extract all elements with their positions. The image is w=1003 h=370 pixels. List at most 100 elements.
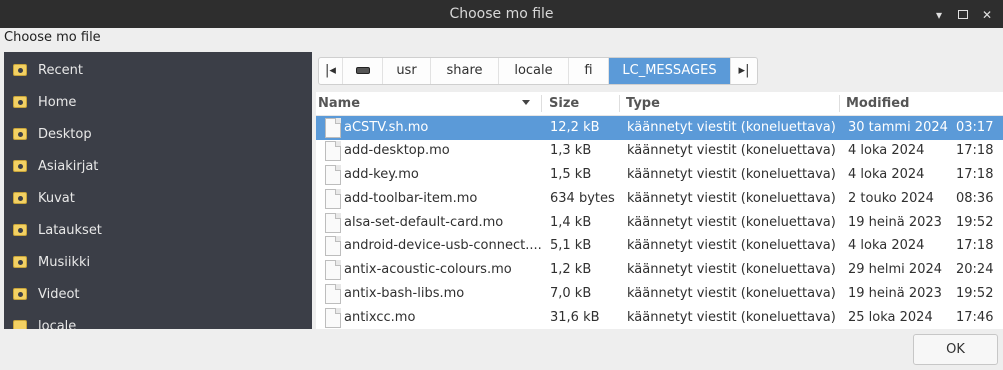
path-bar: |◂ usr share locale fi LC_MESSAGES ▸| [318,57,758,85]
file-size: 634 bytes [550,191,615,206]
sidebar-item-label: Home [38,95,77,110]
file-type: käännetyt viestit (koneluettava) [627,191,836,206]
file-name: antixcc.mo [344,310,416,325]
path-segment-fi[interactable]: fi [569,58,609,84]
table-row[interactable]: aCSTV.sh.mo 12,2 kB käännetyt viestit (k… [316,116,1003,140]
close-icon[interactable]: ✕ [980,8,994,22]
file-time: 20:24 [956,262,994,277]
dialog-button-bar: OK [0,330,1003,370]
file-size: 7,0 kB [550,286,592,301]
path-root-button[interactable] [343,58,383,84]
file-icon [325,308,341,328]
file-list-header: Name Size Type Modified [316,92,1003,116]
file-type: käännetyt viestit (koneluettava) [627,286,836,301]
file-icon [325,118,341,138]
file-time: 17:18 [956,167,994,182]
column-header-modified[interactable]: Modified [846,96,909,111]
file-time: 19:52 [956,286,994,301]
file-date: 19 heinä 2023 [848,286,942,301]
sidebar-item-label: Desktop [38,127,92,142]
recent-folder-icon [13,64,27,76]
file-type: käännetyt viestit (koneluettava) [627,120,836,135]
sidebar-item-label: Asiakirjat [38,159,99,174]
file-time: 17:18 [956,238,994,253]
file-date: 29 helmi 2024 [848,262,943,277]
file-date: 30 tammi 2024 [848,120,948,135]
file-size: 1,4 kB [550,215,592,230]
column-header-size[interactable]: Size [549,96,579,111]
title-bar: Choose mo file ▾ ✕ [0,0,1003,28]
file-time: 03:17 [956,120,994,135]
downloads-folder-icon [13,224,27,236]
documents-folder-icon [13,160,27,172]
pictures-folder-icon [13,192,27,204]
ok-button[interactable]: OK [913,334,998,365]
file-size: 31,6 kB [550,310,600,325]
file-type: käännetyt viestit (koneluettava) [627,167,836,182]
file-name: alsa-set-default-card.mo [344,215,504,230]
path-segment-share[interactable]: share [431,58,499,84]
path-back-button[interactable]: |◂ [319,58,343,84]
column-header-type[interactable]: Type [626,96,660,111]
table-row[interactable]: alsa-set-default-card.mo 1,4 kB käännety… [316,211,1003,235]
table-row[interactable]: add-key.mo 1,5 kB käännetyt viestit (kon… [316,163,1003,187]
file-icon [325,141,341,161]
window-title: Choose mo file [449,6,554,22]
sidebar-item-label: Kuvat [38,191,75,206]
minimize-icon[interactable]: ▾ [932,8,946,22]
file-name: antix-bash-libs.mo [344,286,465,301]
sidebar-item-videos[interactable]: Videot [4,278,312,310]
sidebar-item-recent[interactable]: Recent [4,54,312,86]
folder-icon [13,320,27,329]
file-size: 12,2 kB [550,120,600,135]
videos-folder-icon [13,288,27,300]
sidebar-item-label: Recent [38,63,83,78]
table-row[interactable]: android-device-usb-connect.... 5,1 kB kä… [316,234,1003,258]
sort-descending-icon [522,100,530,105]
music-folder-icon [13,256,27,268]
table-row[interactable]: antix-acoustic-colours.mo 1,2 kB käännet… [316,258,1003,282]
file-icon [325,236,341,256]
file-name: antix-acoustic-colours.mo [344,262,512,277]
file-name: add-desktop.mo [344,143,450,158]
path-forward-button[interactable]: ▸| [731,58,757,84]
file-type: käännetyt viestit (koneluettava) [627,238,836,253]
file-name: add-toolbar-item.mo [344,191,478,206]
file-icon [325,260,341,280]
maximize-icon[interactable] [956,8,970,22]
file-list: Name Size Type Modified aCSTV.sh.mo 12,2… [316,92,1003,329]
column-header-name[interactable]: Name [318,96,360,111]
sidebar-item-home[interactable]: Home [4,86,312,118]
sidebar-item-locale[interactable]: locale [4,310,312,329]
table-row[interactable]: antix-bash-libs.mo 7,0 kB käännetyt vies… [316,282,1003,306]
table-row[interactable]: antixcc.mo 31,6 kB käännetyt viestit (ko… [316,306,1003,329]
sidebar-item-music[interactable]: Musiikki [4,246,312,278]
file-name: android-device-usb-connect.... [344,238,542,253]
file-date: 19 heinä 2023 [848,215,942,230]
file-type: käännetyt viestit (koneluettava) [627,143,836,158]
file-type: käännetyt viestit (koneluettava) [627,310,836,325]
file-size: 1,5 kB [550,167,592,182]
sidebar-item-pictures[interactable]: Kuvat [4,182,312,214]
file-icon [325,213,341,233]
file-date: 4 loka 2024 [848,167,925,182]
table-row[interactable]: add-toolbar-item.mo 634 bytes käännetyt … [316,187,1003,211]
file-name: add-key.mo [344,167,419,182]
sidebar-item-documents[interactable]: Asiakirjat [4,150,312,182]
path-segment-lc-messages[interactable]: LC_MESSAGES [609,58,731,84]
file-size: 1,3 kB [550,143,592,158]
sidebar-item-label: locale [38,319,77,329]
file-time: 17:18 [956,143,994,158]
sidebar-item-downloads[interactable]: Lataukset [4,214,312,246]
drive-icon [355,67,370,74]
desktop-folder-icon [13,128,27,140]
sidebar-item-label: Lataukset [38,223,102,238]
file-time: 08:36 [956,191,994,206]
path-segment-locale[interactable]: locale [499,58,569,84]
file-icon [325,189,341,209]
file-name: aCSTV.sh.mo [344,120,429,135]
file-date: 25 loka 2024 [848,310,933,325]
table-row[interactable]: add-desktop.mo 1,3 kB käännetyt viestit … [316,139,1003,163]
sidebar-item-desktop[interactable]: Desktop [4,118,312,150]
path-segment-usr[interactable]: usr [383,58,431,84]
